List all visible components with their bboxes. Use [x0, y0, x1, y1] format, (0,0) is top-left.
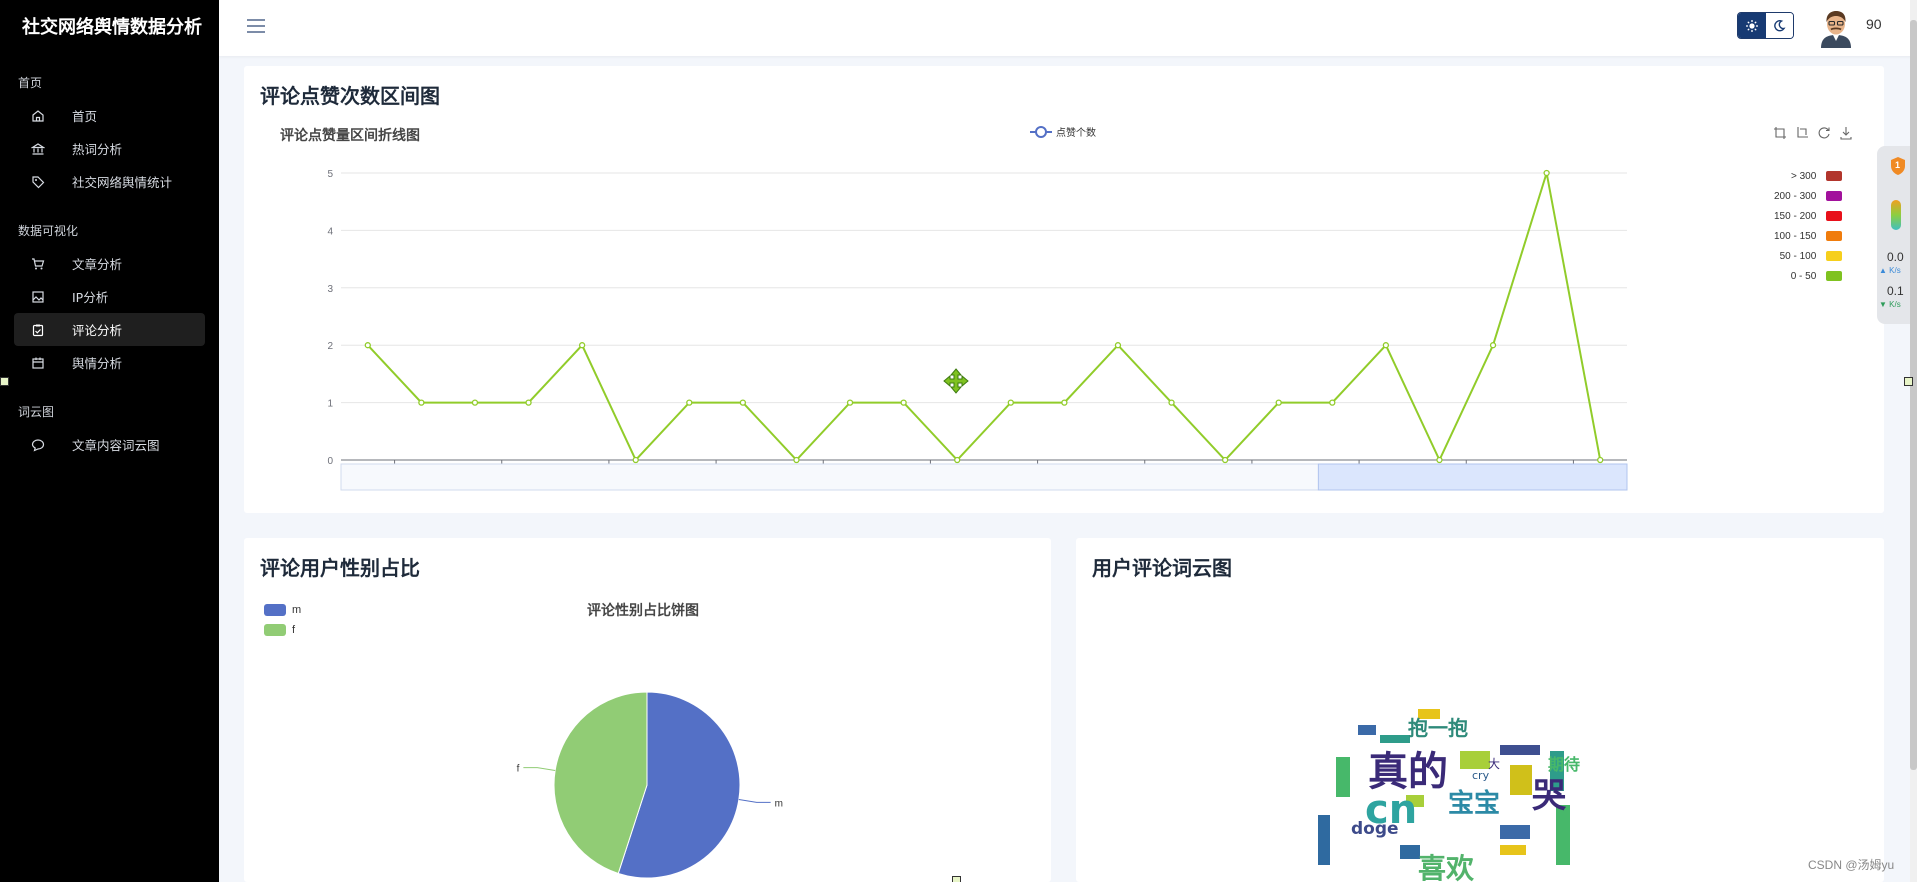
upload-speed-unit: K/s	[1889, 266, 1901, 275]
resize-handle-left[interactable]	[0, 377, 9, 386]
download-speed-row: ▼ K/s	[1879, 300, 1901, 309]
pie-label-line	[523, 767, 556, 771]
wordcloud-word: 宝宝	[1448, 788, 1500, 819]
upload-speed: 0.0	[1887, 250, 1904, 264]
shield-badge: 1	[1895, 160, 1901, 170]
wordcloud-word: 抱一抱	[1408, 716, 1468, 740]
card-title: 用户评论词云图	[1092, 556, 1232, 580]
download-speed-unit: K/s	[1889, 300, 1901, 309]
wordcloud-word: 喜欢	[1418, 852, 1475, 882]
download-speed: 0.1	[1887, 284, 1904, 298]
resize-handle-right[interactable]	[1904, 377, 1913, 386]
wordcloud-word: cry	[1472, 769, 1490, 782]
upload-speed-row: ▲ K/s	[1879, 266, 1901, 275]
upload-arrow-icon: ▲	[1879, 266, 1887, 275]
wordcloud-image: 真的 cn 宝宝 喜欢 抱一抱 doge cry 哭 大 期待	[1318, 709, 1580, 882]
resize-handle-bottom[interactable]	[952, 876, 961, 882]
pie-label-line	[738, 799, 771, 803]
wordcloud-word: 哭	[1532, 776, 1567, 816]
pie-slice-label: m	[775, 798, 783, 809]
wordcloud-word: 期待	[1548, 755, 1580, 774]
wordcloud-word: 大	[1488, 757, 1500, 771]
scrollbar-thumb[interactable]	[1910, 20, 1917, 770]
download-arrow-icon: ▼	[1879, 300, 1887, 309]
wordcloud-word: doge	[1351, 819, 1399, 839]
speed-gauge	[1891, 200, 1901, 230]
watermark: CSDN @汤姆yu	[1808, 858, 1895, 872]
pie-slice-label: f	[517, 764, 520, 775]
